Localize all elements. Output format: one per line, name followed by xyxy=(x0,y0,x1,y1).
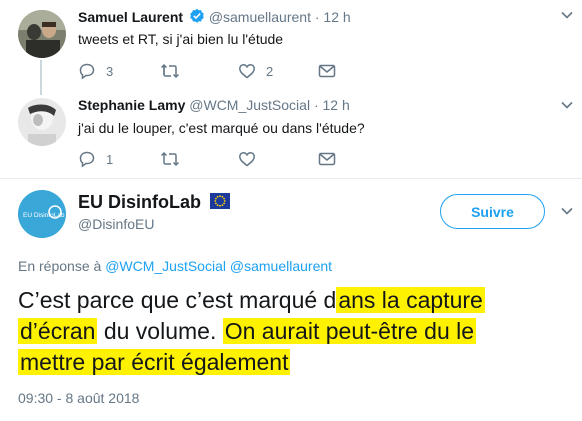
separator: · xyxy=(313,97,319,113)
verified-badge-icon xyxy=(189,8,205,27)
like-button[interactable] xyxy=(238,150,266,168)
tweet-actions: 3 2 xyxy=(78,62,338,80)
like-icon xyxy=(239,151,255,167)
avatar[interactable] xyxy=(18,98,66,146)
chevron-down-icon[interactable] xyxy=(560,10,574,20)
like-icon xyxy=(239,63,255,79)
eu-flag-icon xyxy=(210,193,231,214)
display-name-text: EU DisinfoLab xyxy=(78,192,202,212)
message-button[interactable] xyxy=(318,62,336,80)
reply-count: 3 xyxy=(106,63,114,79)
retweet-button[interactable] xyxy=(160,62,190,80)
tweet-text: C’est parce que c’est marqué dans la cap… xyxy=(18,285,578,378)
retweet-icon xyxy=(160,63,180,79)
like-count: 2 xyxy=(266,63,274,79)
like-button[interactable]: 2 xyxy=(238,62,273,80)
tweet-text: j'ai du le louper, c'est marqué ou dans … xyxy=(78,120,365,136)
tweet-header: Stephanie Lamy @WCM_JustSocial · 12 h xyxy=(78,97,350,113)
avatar-text: EU DisinfoLab xyxy=(23,212,65,219)
text-line: mettre par écrit également xyxy=(18,347,578,378)
tweet-header: Samuel Laurent @samuellaurent · 12 h xyxy=(78,8,351,27)
message-icon xyxy=(318,152,336,166)
tweet-timestamp[interactable]: 09:30 - 8 août 2018 xyxy=(18,390,139,406)
text-segment: C’est parce que c’est marqué d xyxy=(18,287,337,313)
reply-button[interactable]: 1 xyxy=(78,150,113,168)
highlighted-text: d’écran xyxy=(18,318,98,344)
user-handle[interactable]: @DisinfoEU xyxy=(78,216,154,232)
retweet-icon xyxy=(160,151,180,167)
message-button[interactable] xyxy=(318,150,336,168)
chevron-down-icon[interactable] xyxy=(560,100,574,110)
display-name[interactable]: Stephanie Lamy xyxy=(78,97,185,113)
text-segment: du volume. xyxy=(97,318,223,344)
message-icon xyxy=(318,64,336,78)
user-handle[interactable]: @samuellaurent xyxy=(209,9,311,25)
display-name[interactable]: EU DisinfoLab xyxy=(78,192,231,214)
chevron-down-icon[interactable] xyxy=(560,206,574,216)
tweet-text: tweets et RT, si j'ai bien lu l'étude xyxy=(78,31,284,47)
highlighted-text: mettre par écrit également xyxy=(18,349,291,375)
avatar[interactable] xyxy=(18,10,66,58)
thread-connector xyxy=(40,60,42,95)
highlighted-text: ans la capture xyxy=(336,287,485,313)
tweet-time[interactable]: 12 h xyxy=(323,97,350,113)
reply-icon xyxy=(79,63,95,80)
avatar[interactable]: EU DisinfoLab xyxy=(18,190,66,238)
divider xyxy=(0,178,582,179)
user-handle[interactable]: @WCM_JustSocial xyxy=(189,97,310,113)
tweet-time[interactable]: 12 h xyxy=(323,9,350,25)
retweet-button[interactable] xyxy=(160,150,190,168)
reply-context: En réponse à @WCM_JustSocial @samuellaur… xyxy=(18,258,332,274)
separator: · xyxy=(314,9,320,25)
highlighted-text: On aurait peut-être du le xyxy=(222,318,477,344)
mention-link[interactable]: @samuellaurent xyxy=(230,258,332,274)
reply-prefix: En réponse à xyxy=(18,258,102,274)
reply-count: 1 xyxy=(106,151,114,167)
text-line: C’est parce que c’est marqué dans la cap… xyxy=(18,285,578,316)
text-line: d’écran du volume. On aurait peut-être d… xyxy=(18,316,578,347)
display-name[interactable]: Samuel Laurent xyxy=(78,9,183,25)
tweet-actions: 1 xyxy=(78,150,338,168)
reply-icon xyxy=(79,151,95,168)
mention-link[interactable]: @WCM_JustSocial xyxy=(105,258,226,274)
reply-button[interactable]: 3 xyxy=(78,62,113,80)
follow-button[interactable]: Suivre xyxy=(440,194,545,229)
